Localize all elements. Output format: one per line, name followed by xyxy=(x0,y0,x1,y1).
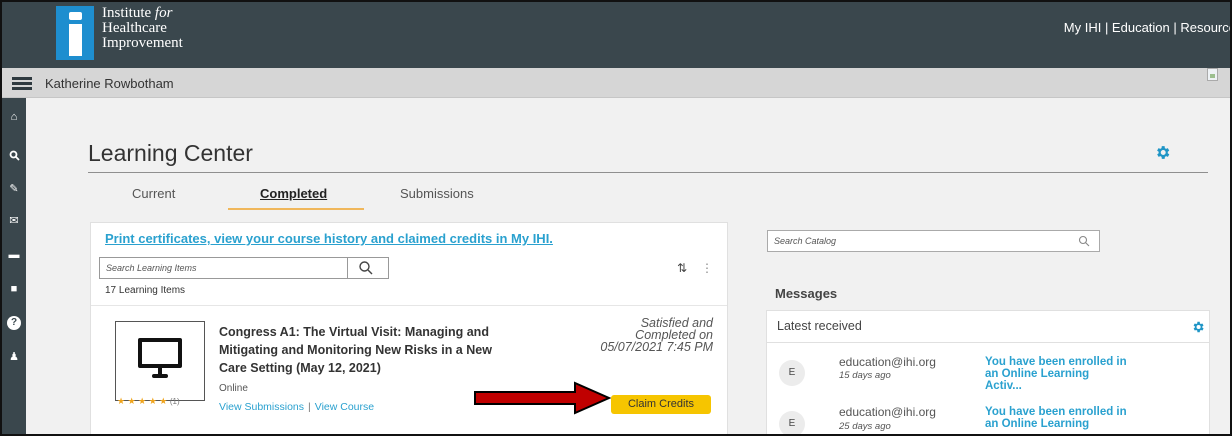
course-rating: ★ ★ ★ ★ ★ (1) xyxy=(117,396,180,407)
home-icon[interactable]: ⌂ xyxy=(7,110,21,124)
page-title: Learning Center xyxy=(88,140,253,166)
avatar: E xyxy=(779,411,805,434)
ihi-logo-mark-icon xyxy=(56,6,94,60)
message-time: 15 days ago xyxy=(839,370,891,381)
top-header: Institute for Healthcare Improvement My … xyxy=(2,2,1230,68)
ihi-logo[interactable]: Institute for Healthcare Improvement xyxy=(56,6,183,60)
messages-heading: Messages xyxy=(775,286,838,301)
divider xyxy=(91,305,727,306)
message-sender: education@ihi.org xyxy=(839,355,936,369)
tab-current[interactable]: Current xyxy=(132,186,175,201)
hamburger-menu-icon[interactable] xyxy=(12,77,32,90)
search-placeholder: Search Learning Items xyxy=(106,263,197,273)
tab-completed[interactable]: Completed xyxy=(260,186,327,201)
tab-submissions[interactable]: Submissions xyxy=(400,186,474,201)
active-tab-indicator xyxy=(228,208,364,210)
top-nav-links[interactable]: My IHI | Education | Resource xyxy=(1064,20,1230,35)
message-sender: education@ihi.org xyxy=(839,405,936,419)
search-icon[interactable] xyxy=(7,150,21,164)
user-name: Katherine Rowbotham xyxy=(45,76,174,91)
help-icon[interactable]: ? xyxy=(7,316,21,330)
latest-received-label: Latest received xyxy=(777,319,862,333)
messages-header: Latest received xyxy=(767,311,1209,343)
rating-count: (1) xyxy=(169,397,180,406)
edit-icon[interactable]: ✎ xyxy=(7,182,21,196)
print-certificates-link[interactable]: Print certificates, view your course his… xyxy=(105,231,553,246)
rating-stars-icon: ★ ★ ★ ★ ★ xyxy=(117,396,168,406)
monitor-icon xyxy=(138,338,182,368)
ihi-logo-text: Institute for Healthcare Improvement xyxy=(102,5,183,51)
briefcase-icon[interactable]: ▬ xyxy=(7,248,21,262)
settings-gear-icon[interactable] xyxy=(1154,144,1171,161)
main-content: Learning Center Current Completed Submis… xyxy=(26,98,1230,434)
course-thumbnail[interactable] xyxy=(115,321,205,401)
learning-items-count: 17 Learning Items xyxy=(105,285,186,296)
view-submissions-link[interactable]: View Submissions xyxy=(219,401,304,413)
app-window: Institute for Healthcare Improvement My … xyxy=(0,0,1232,436)
user-bar: Katherine Rowbotham xyxy=(2,68,1230,98)
broken-image-icon xyxy=(1207,68,1218,81)
course-title[interactable]: Congress A1: The Virtual Visit: Managing… xyxy=(219,323,519,377)
avatar: E xyxy=(779,360,805,386)
course-links: View Submissions | View Course xyxy=(219,401,375,413)
red-arrow-annotation xyxy=(474,381,612,415)
title-divider xyxy=(88,172,1208,173)
search-icon[interactable] xyxy=(1078,235,1090,247)
catalog-placeholder: Search Catalog xyxy=(774,236,837,246)
search-learning-items-input[interactable]: Search Learning Items xyxy=(99,257,389,279)
completion-status: Satisfied and Completed on 05/07/2021 7:… xyxy=(600,316,713,354)
book-icon[interactable]: ■ xyxy=(7,282,21,296)
sidebar: ⌂ ✎ ✉ ▬ ■ ? ♟ xyxy=(2,98,26,434)
learning-items-panel: Print certificates, view your course his… xyxy=(90,222,728,434)
sort-icon[interactable]: ⇅ xyxy=(677,261,687,275)
message-link[interactable]: You have been enrolled in an Online Lear… xyxy=(985,356,1165,392)
messages-settings-gear-icon[interactable] xyxy=(1191,320,1205,334)
search-catalog-input[interactable]: Search Catalog xyxy=(767,230,1100,252)
messages-panel: Latest received E education@ihi.org 15 d… xyxy=(766,310,1210,434)
message-link[interactable]: You have been enrolled in an Online Lear… xyxy=(985,406,1165,430)
course-type: Online xyxy=(219,383,248,394)
bell-icon[interactable]: ♟ xyxy=(7,350,21,364)
claim-credits-button[interactable]: Claim Credits xyxy=(611,395,711,414)
more-options-icon[interactable]: ⋮ xyxy=(701,261,713,275)
inbox-icon[interactable]: ✉ xyxy=(7,214,21,228)
view-course-link[interactable]: View Course xyxy=(315,401,374,413)
message-time: 25 days ago xyxy=(839,421,891,432)
search-icon[interactable] xyxy=(358,260,374,276)
